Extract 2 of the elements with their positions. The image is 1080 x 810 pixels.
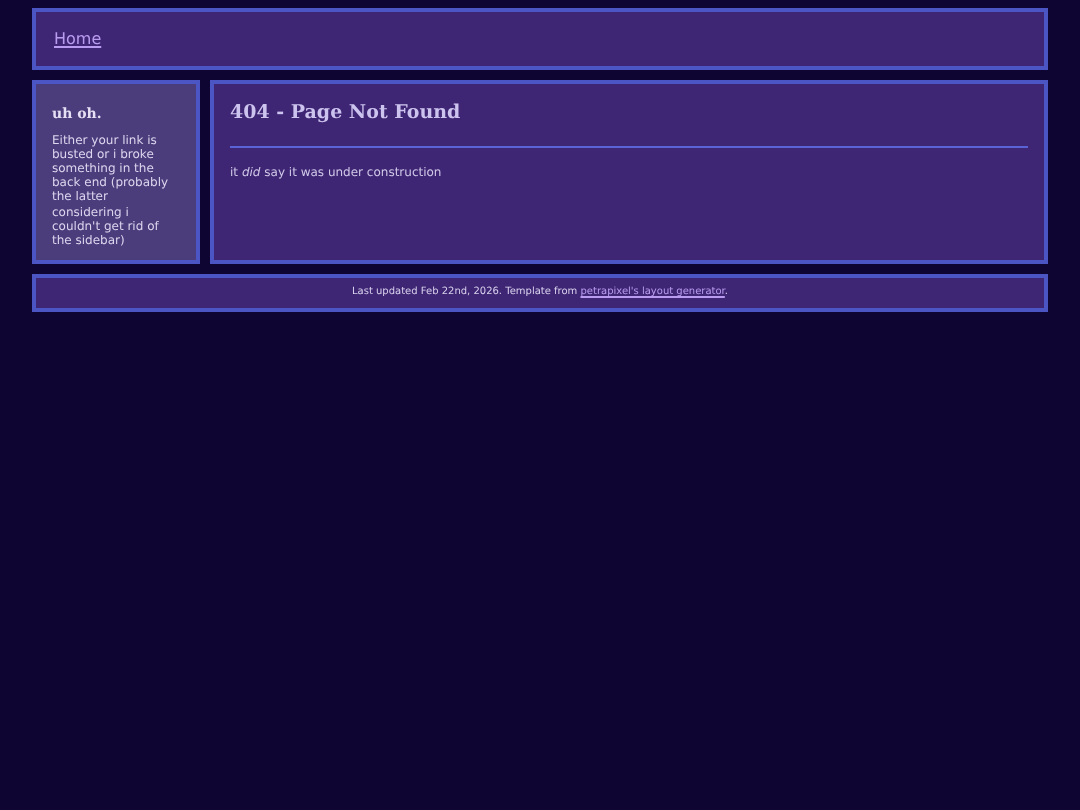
page-title: 404 - Page Not Found bbox=[230, 100, 1028, 149]
home-link[interactable]: Home bbox=[54, 27, 102, 51]
